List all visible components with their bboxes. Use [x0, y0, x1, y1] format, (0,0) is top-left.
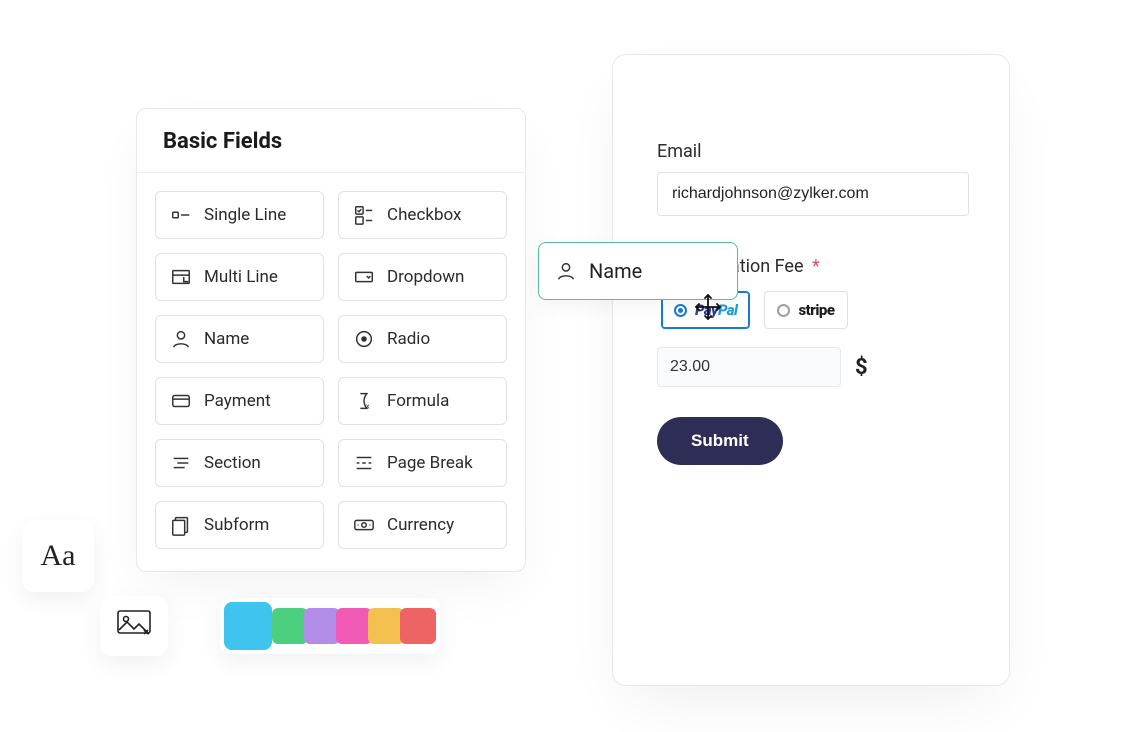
field-label: Page Break — [387, 453, 473, 473]
field-label: Radio — [387, 329, 430, 349]
field-label: Currency — [387, 515, 454, 535]
color-swatch-strip — [220, 598, 440, 654]
field-label: Name — [204, 329, 249, 349]
submit-button[interactable]: Submit — [657, 417, 783, 465]
color-swatch[interactable] — [224, 602, 272, 650]
field-label: Section — [204, 453, 261, 473]
field-radio[interactable]: Radio — [338, 315, 507, 363]
color-swatch[interactable] — [272, 608, 308, 644]
person-icon — [555, 260, 577, 282]
field-formula[interactable]: x Formula — [338, 377, 507, 425]
svg-text:x: x — [366, 401, 370, 410]
single-line-icon — [170, 204, 192, 226]
radio-icon — [777, 304, 790, 317]
image-icon — [117, 610, 151, 642]
required-asterisk: * — [812, 256, 820, 277]
font-glyph: Aa — [41, 539, 76, 573]
field-label: Single Line — [204, 205, 286, 225]
dragging-field-label: Name — [589, 259, 642, 283]
field-label: Checkbox — [387, 205, 461, 225]
panel-body: Single Line Checkbox Multi Line Dropdown — [137, 173, 525, 571]
radio-icon — [353, 328, 375, 350]
panel-title: Basic Fields — [137, 109, 525, 173]
email-field[interactable] — [657, 172, 969, 216]
field-payment[interactable]: Payment — [155, 377, 324, 425]
field-dropdown[interactable]: Dropdown — [338, 253, 507, 301]
field-subform[interactable]: Subform — [155, 501, 324, 549]
multi-line-icon — [170, 266, 192, 288]
field-label: Payment — [204, 391, 271, 411]
stripe-logo: stripe — [798, 301, 834, 319]
dragging-field-ghost[interactable]: Name — [538, 242, 738, 300]
page-break-icon — [353, 452, 375, 474]
font-style-tool[interactable]: Aa — [22, 520, 94, 592]
radio-icon — [674, 304, 687, 317]
color-swatch[interactable] — [304, 608, 340, 644]
dropdown-icon — [353, 266, 375, 288]
field-single-line[interactable]: Single Line — [155, 191, 324, 239]
field-label: Dropdown — [387, 267, 464, 287]
field-label: Formula — [387, 391, 449, 411]
checkbox-icon — [353, 204, 375, 226]
paypal-logo: PayPal — [695, 301, 737, 319]
field-label: Subform — [204, 515, 269, 535]
email-label: Email — [657, 141, 967, 162]
color-swatch[interactable] — [368, 608, 404, 644]
section-icon — [170, 452, 192, 474]
amount-field[interactable] — [657, 347, 841, 387]
payment-option-stripe[interactable]: stripe — [764, 291, 847, 329]
image-tool[interactable] — [100, 596, 168, 656]
subform-icon — [170, 514, 192, 536]
currency-icon — [353, 514, 375, 536]
field-name[interactable]: Name — [155, 315, 324, 363]
color-swatch[interactable] — [400, 608, 436, 644]
formula-icon: x — [353, 390, 375, 412]
field-multi-line[interactable]: Multi Line — [155, 253, 324, 301]
field-label: Multi Line — [204, 267, 278, 287]
form-preview-card: Email stration Fee * PayPal stripe $ Sub… — [612, 54, 1010, 686]
person-icon — [170, 328, 192, 350]
basic-fields-panel: Basic Fields Single Line Checkbox Multi … — [136, 108, 526, 572]
field-section[interactable]: Section — [155, 439, 324, 487]
field-checkbox[interactable]: Checkbox — [338, 191, 507, 239]
field-page-break[interactable]: Page Break — [338, 439, 507, 487]
field-currency[interactable]: Currency — [338, 501, 507, 549]
payment-icon — [170, 390, 192, 412]
color-swatch[interactable] — [336, 608, 372, 644]
registration-fee-label: stration Fee * — [709, 256, 967, 277]
currency-symbol: $ — [855, 355, 868, 380]
